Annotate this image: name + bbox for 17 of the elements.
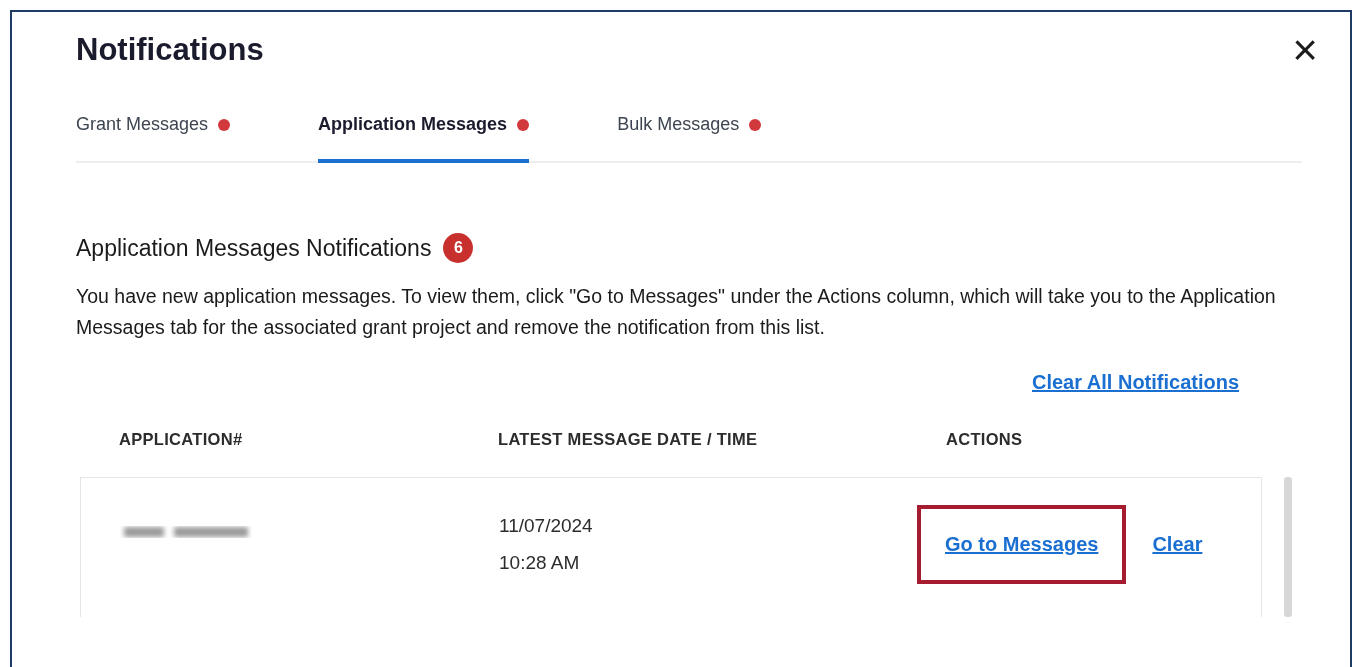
highlighted-link[interactable]: Go to Messages — [917, 505, 1127, 584]
column-header: LATEST MESSAGE DATE / TIME — [498, 430, 759, 449]
tab[interactable]: Grant Messages — [76, 106, 231, 163]
time-text: 10:28 AM — [499, 551, 580, 575]
scrollbar[interactable] — [1284, 477, 1292, 617]
count-badge: 6 — [443, 233, 474, 263]
clear-all-link[interactable]: Clear All Notifications — [1032, 371, 1240, 394]
tab[interactable]: Bulk Messages — [617, 106, 762, 163]
section-heading: Application Messages Notifications — [76, 234, 432, 262]
dialog-title: Notifications — [76, 32, 264, 68]
action-link[interactable]: Clear — [1152, 505, 1203, 584]
column-header: ACTIONS — [946, 430, 1024, 449]
date-text: 11/07/2024 — [499, 514, 593, 538]
close-button[interactable]: × — [1288, 32, 1322, 68]
description-text: You have new application messages. To view them, click "Go to Messages" under the Actions column, which will take you to the Application Messages tab for the associated grant project and remove the notification from this list. — [76, 284, 1277, 340]
tab[interactable]: Application Messages — [318, 106, 530, 163]
column-header: APPLICATION# — [119, 430, 244, 449]
